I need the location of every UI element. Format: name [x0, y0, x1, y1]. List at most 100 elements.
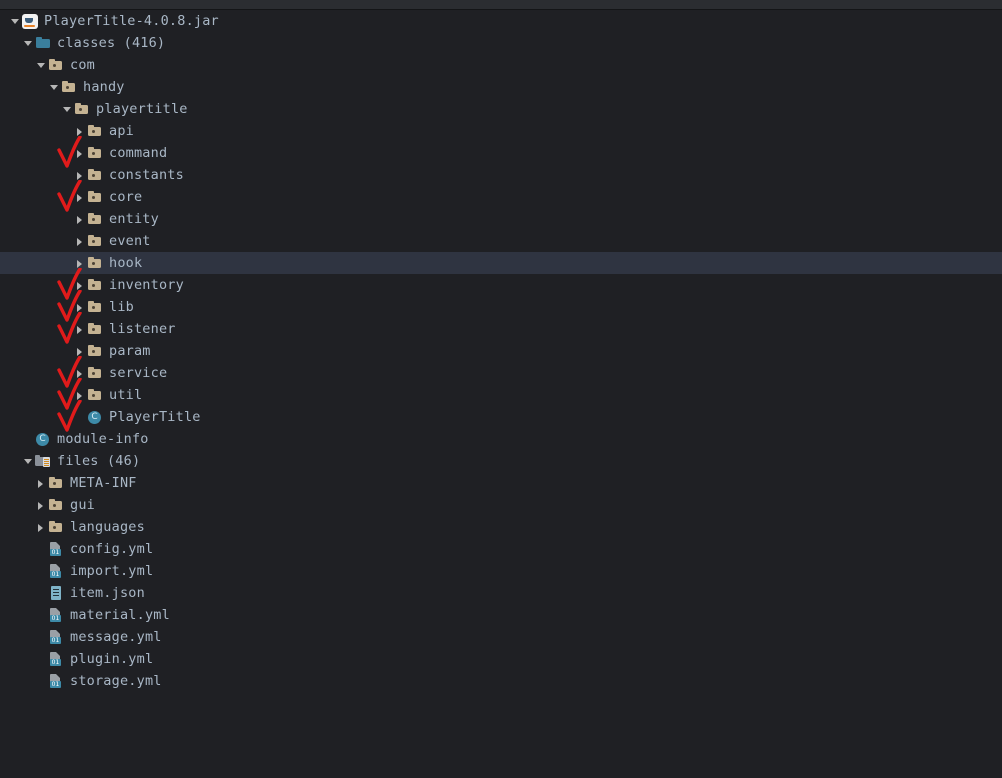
tree-item-gui[interactable]: gui [0, 494, 1002, 516]
chevron-right-icon[interactable] [75, 186, 86, 208]
tree-item-label: config.yml [70, 541, 154, 557]
tree-item-handy[interactable]: handy [0, 76, 1002, 98]
tree-item-listener[interactable]: listener [0, 318, 1002, 340]
jar-file-tree[interactable]: PlayerTitle-4.0.8.jar classes (416) com han… [0, 10, 1002, 692]
chevron-right-icon[interactable] [75, 164, 86, 186]
tree-item-playertitle-jar[interactable]: PlayerTitle-4.0.8.jar [0, 10, 1002, 32]
tree-item-item-json[interactable]: item.json [0, 582, 1002, 604]
tree-item-label: plugin.yml [70, 651, 154, 667]
chevron-right-icon[interactable] [36, 472, 47, 494]
tree-item-import-yml[interactable]: 01 import.yml [0, 560, 1002, 582]
tree-item-label: playertitle [96, 101, 188, 117]
chevron-down-icon[interactable] [23, 450, 34, 472]
tree-item-material-yml[interactable]: 01 material.yml [0, 604, 1002, 626]
tree-item-label: util [109, 387, 143, 403]
tree-item-label: PlayerTitle-4.0.8.jar [44, 13, 219, 29]
folder-icon [48, 519, 64, 535]
chevron-right-icon[interactable] [75, 230, 86, 252]
tree-item-plugin-yml[interactable]: 01 plugin.yml [0, 648, 1002, 670]
tree-item-lib[interactable]: lib [0, 296, 1002, 318]
chevron-down-icon[interactable] [49, 76, 60, 98]
tree-item-label: files (46) [57, 453, 141, 469]
tree-item-event[interactable]: event [0, 230, 1002, 252]
tree-item-label: com [70, 57, 95, 73]
chevron-right-icon[interactable] [75, 252, 86, 274]
window-titlebar [0, 0, 1002, 10]
tree-item-label: param [109, 343, 151, 359]
tree-item-label: hook [109, 255, 143, 271]
chevron-down-icon[interactable] [62, 98, 73, 120]
tree-item-entity[interactable]: entity [0, 208, 1002, 230]
chevron-down-icon[interactable] [23, 32, 34, 54]
tree-item-label: classes (416) [57, 35, 166, 51]
tree-item-service[interactable]: service [0, 362, 1002, 384]
tree-item-constants[interactable]: constants [0, 164, 1002, 186]
chevron-right-icon[interactable] [75, 340, 86, 362]
chevron-down-icon[interactable] [10, 10, 21, 32]
tree-item-files[interactable]: files (46) [0, 450, 1002, 472]
tree-item-label: META-INF [70, 475, 137, 491]
tree-item-label: item.json [70, 585, 145, 601]
tree-item-label: PlayerTitle [109, 409, 201, 425]
chevron-right-icon[interactable] [75, 318, 86, 340]
tree-item-util[interactable]: util [0, 384, 1002, 406]
tree-item-com[interactable]: com [0, 54, 1002, 76]
chevron-right-icon[interactable] [36, 494, 47, 516]
tree-item-message-yml[interactable]: 01 message.yml [0, 626, 1002, 648]
tree-item-command[interactable]: command [0, 142, 1002, 164]
chevron-right-icon[interactable] [75, 362, 86, 384]
folder-icon [87, 343, 103, 359]
chevron-right-icon[interactable] [75, 274, 86, 296]
tree-item-playertitle[interactable]: playertitle [0, 98, 1002, 120]
tree-item-playertitle-class[interactable]: C PlayerTitle [0, 406, 1002, 428]
tree-item-label: core [109, 189, 143, 205]
tree-item-core[interactable]: core [0, 186, 1002, 208]
tree-item-config-yml[interactable]: 01 config.yml [0, 538, 1002, 560]
chevron-right-icon[interactable] [75, 142, 86, 164]
jar-explorer-window: PlayerTitle-4.0.8.jar classes (416) com han… [0, 0, 1002, 778]
tree-item-hook[interactable]: hook [0, 252, 1002, 274]
folder-icon [48, 497, 64, 513]
folder-icon [87, 277, 103, 293]
folder-icon [87, 123, 103, 139]
tree-item-label: lib [109, 299, 134, 315]
tree-item-api[interactable]: api [0, 120, 1002, 142]
folder-icon [87, 167, 103, 183]
yaml-file-icon: 01 [48, 563, 64, 579]
yaml-file-icon: 01 [48, 541, 64, 557]
folder-icon [87, 211, 103, 227]
tree-item-param[interactable]: param [0, 340, 1002, 362]
tree-item-label: message.yml [70, 629, 162, 645]
chevron-right-icon[interactable] [75, 296, 86, 318]
folder-icon [87, 365, 103, 381]
tree-item-label: storage.yml [70, 673, 162, 689]
tree-item-storage-yml[interactable]: 01 storage.yml [0, 670, 1002, 692]
tree-item-label: service [109, 365, 168, 381]
folder-icon [87, 321, 103, 337]
chevron-down-icon[interactable] [36, 54, 47, 76]
tree-item-label: entity [109, 211, 159, 227]
folder-icon [48, 57, 64, 73]
tree-item-inventory[interactable]: inventory [0, 274, 1002, 296]
chevron-right-icon[interactable] [75, 384, 86, 406]
tree-item-module-info[interactable]: Cmodule-info [0, 428, 1002, 450]
json-file-icon [48, 585, 64, 601]
tree-item-classes[interactable]: classes (416) [0, 32, 1002, 54]
class-file-icon: C [35, 431, 51, 447]
tree-item-languages[interactable]: languages [0, 516, 1002, 538]
tree-item-meta-inf[interactable]: META-INF [0, 472, 1002, 494]
chevron-right-icon[interactable] [36, 516, 47, 538]
folder-icon [87, 255, 103, 271]
jar-icon [22, 14, 38, 29]
tree-item-label: material.yml [70, 607, 170, 623]
classes-folder-icon [35, 35, 51, 51]
tree-item-label: languages [70, 519, 145, 535]
chevron-right-icon[interactable] [75, 208, 86, 230]
yaml-file-icon: 01 [48, 673, 64, 689]
tree-item-label: constants [109, 167, 184, 183]
yaml-file-icon: 01 [48, 629, 64, 645]
chevron-right-icon[interactable] [75, 120, 86, 142]
